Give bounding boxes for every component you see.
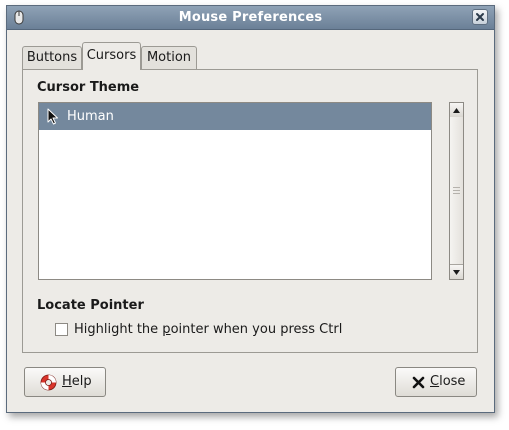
arrow-down-icon — [453, 269, 460, 275]
x-icon — [412, 376, 425, 389]
cursor-theme-heading: Cursor Theme — [37, 80, 140, 95]
tab-motion[interactable]: Motion — [141, 46, 197, 69]
grip-line — [453, 190, 460, 191]
scroll-thumb[interactable] — [450, 117, 463, 265]
highlight-pointer-checkbox[interactable] — [55, 323, 68, 336]
title-bar[interactable]: Mouse Preferences — [7, 6, 494, 30]
tab-cursors-label: Cursors — [86, 48, 137, 63]
help-button-label: Help — [62, 368, 92, 396]
list-item[interactable]: Human — [39, 103, 431, 130]
tab-cursors[interactable]: Cursors — [82, 42, 141, 70]
highlight-pointer-label[interactable]: Highlight the pointer when you press Ctr… — [74, 322, 342, 337]
window-close-button[interactable] — [472, 9, 488, 25]
tab-buttons-label: Buttons — [26, 50, 78, 65]
window-title: Mouse Preferences — [178, 10, 323, 25]
arrow-up-icon — [453, 107, 460, 113]
scroll-up-button[interactable] — [450, 103, 463, 118]
highlight-pointer-label-end: ointer when you press Ctrl — [170, 322, 343, 337]
scroll-down-button[interactable] — [450, 264, 463, 279]
list-item-label: Human — [67, 109, 114, 124]
arrow-cursor-icon — [47, 108, 58, 125]
mnemonic-p: p — [162, 322, 171, 337]
close-button-label: Close — [430, 368, 465, 396]
close-label-rest: lose — [439, 374, 466, 389]
close-button[interactable]: Close — [395, 367, 477, 397]
list-scrollbar[interactable] — [449, 102, 464, 280]
close-icon — [476, 13, 484, 21]
cursor-theme-list[interactable]: Human — [38, 102, 432, 280]
mnemonic-h: H — [62, 374, 72, 389]
mouse-preferences-window: Mouse Preferences Buttons Cursors Motion… — [6, 5, 495, 413]
lifebuoy-icon — [40, 374, 57, 391]
highlight-pointer-label-start: Highlight the — [74, 322, 163, 337]
tab-motion-label: Motion — [146, 50, 192, 65]
grip-line — [453, 187, 460, 188]
grip-line — [453, 193, 460, 194]
tab-buttons[interactable]: Buttons — [22, 46, 82, 69]
mnemonic-c: C — [430, 374, 440, 389]
help-button[interactable]: Help — [24, 367, 106, 397]
help-label-rest: elp — [71, 374, 92, 389]
locate-pointer-heading: Locate Pointer — [37, 298, 144, 313]
